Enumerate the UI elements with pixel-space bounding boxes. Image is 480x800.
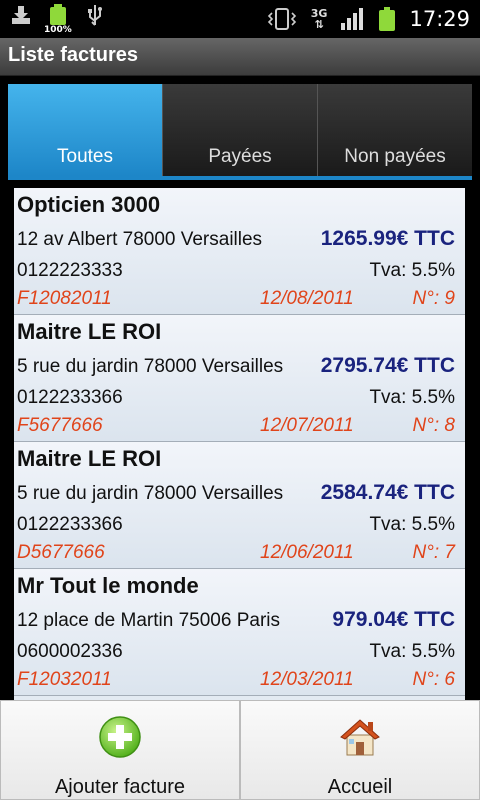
invoice-phone: 0600002336 (17, 641, 123, 662)
battery-percent: 100% (44, 25, 72, 35)
invoice-tva: Tva: 5.5% (369, 260, 455, 281)
invoice-client-name: Maitre LE ROI (17, 446, 162, 471)
plus-circle-icon (99, 716, 141, 758)
invoice-date: 12/03/2011 (260, 669, 354, 690)
invoice-number: N°: 6 (412, 669, 455, 690)
invoice-number: N°: 9 (412, 288, 455, 309)
house-icon (340, 719, 380, 756)
invoice-amount: 979.04€ TTC (332, 608, 455, 631)
tab-bar: Toutes Payées Non payées (8, 84, 472, 176)
invoice-client-name: Maitre LE ROI (17, 319, 162, 344)
invoice-date: 12/06/2011 (260, 542, 354, 563)
invoice-tva: Tva: 5.5% (369, 387, 455, 408)
invoice-amount: 2584.74€ TTC (320, 481, 455, 504)
invoice-date: 12/07/2011 (260, 415, 354, 436)
invoice-tva: Tva: 5.5% (369, 514, 455, 535)
invoice-amount: 1265.99€ TTC (320, 227, 455, 250)
invoice-amount: 2795.74€ TTC (320, 354, 455, 377)
invoice-item[interactable]: Maitre LE ROI 5 rue du jardin 78000 Vers… (14, 315, 465, 442)
tab-label: Payées (208, 146, 272, 167)
invoice-address: 5 rue du jardin 78000 Versailles (17, 356, 284, 377)
title-bar: Liste factures (0, 38, 480, 76)
status-bar: 100% 3G ⇅ 17:29 (0, 0, 480, 38)
home-button[interactable]: Accueil (240, 700, 480, 800)
invoice-ref: F12082011 (17, 288, 112, 309)
invoice-client-name: Mr Tout le monde (17, 573, 199, 598)
invoice-date: 12/08/2011 (260, 288, 354, 309)
tab-non-payees[interactable]: Non payées (318, 84, 472, 176)
tab-label: Toutes (57, 146, 113, 167)
invoice-ref: D5677666 (17, 542, 105, 563)
invoice-item[interactable]: Opticien 3000 12 av Albert 78000 Versail… (14, 188, 465, 315)
invoice-item[interactable]: Mr Tout le monde 12 place de Martin 7500… (14, 569, 465, 696)
invoice-ref: F12032011 (17, 669, 112, 690)
page-title: Liste factures (8, 44, 139, 66)
vibrate-icon (267, 8, 296, 30)
invoice-address: 12 place de Martin 75006 Paris (17, 610, 280, 631)
invoice-number: N°: 8 (412, 415, 455, 436)
invoice-client-name: Opticien 3000 (17, 192, 161, 217)
invoice-address: 12 av Albert 78000 Versailles (17, 229, 263, 250)
clock: 17:29 (409, 7, 470, 31)
tab-label: Non payées (344, 146, 446, 167)
invoice-address: 5 rue du jardin 78000 Versailles (17, 483, 284, 504)
invoice-phone: 0122233366 (17, 387, 123, 408)
add-invoice-label: Ajouter facture (54, 776, 186, 798)
invoice-list[interactable]: Opticien 3000 12 av Albert 78000 Versail… (14, 188, 465, 700)
invoice-item[interactable]: Maitre LE ROI 5 rue du jardin 78000 Vers… (14, 442, 465, 569)
invoice-phone: 0122233366 (17, 514, 123, 535)
signal-icon (341, 8, 364, 30)
battery-icon (379, 7, 396, 31)
usb-icon (88, 5, 102, 26)
home-label: Accueil (327, 776, 393, 798)
invoice-tva: Tva: 5.5% (369, 641, 455, 662)
bottom-bar: Ajouter facture Accueil (0, 700, 480, 800)
download-icon (12, 6, 30, 24)
invoice-number: N°: 7 (412, 542, 455, 563)
tab-indicator-line (8, 176, 472, 180)
tab-payees[interactable]: Payées (163, 84, 318, 176)
invoice-phone: 0122223333 (17, 260, 123, 281)
battery-full-icon: 100% (44, 4, 72, 36)
network-3g-icon: 3G ⇅ (310, 7, 328, 31)
tab-toutes[interactable]: Toutes (8, 84, 163, 176)
add-invoice-button[interactable]: Ajouter facture (0, 700, 240, 800)
invoice-ref: F5677666 (17, 415, 103, 436)
